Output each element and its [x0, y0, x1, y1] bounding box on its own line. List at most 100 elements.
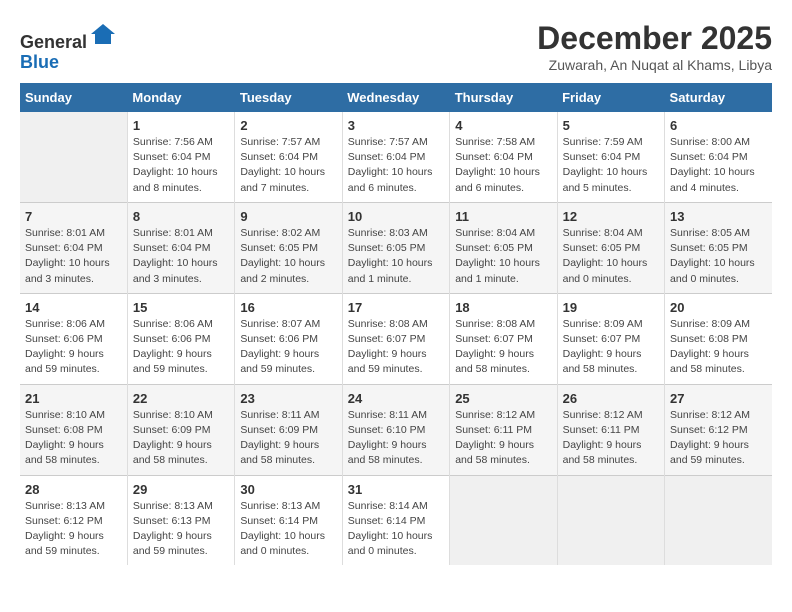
day-number: 21 — [25, 391, 122, 406]
day-info: Sunrise: 8:06 AMSunset: 6:06 PMDaylight:… — [133, 317, 229, 378]
day-number: 9 — [240, 209, 336, 224]
calendar-week-row: 28Sunrise: 8:13 AMSunset: 6:12 PMDayligh… — [20, 475, 772, 565]
day-info: Sunrise: 8:12 AMSunset: 6:11 PMDaylight:… — [563, 408, 659, 469]
calendar-cell — [665, 475, 772, 565]
day-number: 8 — [133, 209, 229, 224]
weekday-header-tuesday: Tuesday — [235, 83, 342, 112]
calendar-cell: 7 Sunrise: 8:01 AMSunset: 6:04 PMDaylight… — [20, 202, 127, 293]
day-number: 11 — [455, 209, 551, 224]
calendar-cell: 16Sunrise: 8:07 AMSunset: 6:06 PMDayligh… — [235, 293, 342, 384]
calendar-cell — [450, 475, 557, 565]
day-info: Sunrise: 8:06 AMSunset: 6:06 PMDaylight:… — [25, 317, 122, 378]
calendar-cell: 30 Sunrise: 8:13 AMSunset: 6:14 PMDayligh… — [235, 475, 342, 565]
calendar-cell: 10Sunrise: 8:03 AMSunset: 6:05 PMDayligh… — [342, 202, 449, 293]
day-number: 2 — [240, 118, 336, 133]
day-number: 31 — [348, 482, 444, 497]
day-number: 20 — [670, 300, 767, 315]
calendar-cell: 28Sunrise: 8:13 AMSunset: 6:12 PMDayligh… — [20, 475, 127, 565]
day-info: Sunrise: 7:58 AMSunset: 6:04 PMDaylight:… — [455, 135, 551, 196]
calendar-cell: 8 Sunrise: 8:01 AMSunset: 6:04 PMDaylight… — [127, 202, 234, 293]
calendar-cell: 6 Sunrise: 8:00 AMSunset: 6:04 PMDaylight… — [665, 112, 772, 202]
weekday-header-thursday: Thursday — [450, 83, 557, 112]
logo-blue: Blue — [20, 52, 59, 72]
day-info: Sunrise: 8:02 AMSunset: 6:05 PMDaylight:… — [240, 226, 336, 287]
day-info: Sunrise: 8:09 AMSunset: 6:07 PMDaylight:… — [563, 317, 659, 378]
calendar-cell — [20, 112, 127, 202]
calendar-cell: 13Sunrise: 8:05 AMSunset: 6:05 PMDayligh… — [665, 202, 772, 293]
day-number: 12 — [563, 209, 659, 224]
page-header: General Blue December 2025 Zuwarah, An N… — [20, 20, 772, 73]
day-info: Sunrise: 8:01 AMSunset: 6:04 PMDaylight:… — [25, 226, 122, 287]
calendar-cell: 20 Sunrise: 8:09 AMSunset: 6:08 PMDayligh… — [665, 293, 772, 384]
day-info: Sunrise: 7:57 AMSunset: 6:04 PMDaylight:… — [240, 135, 336, 196]
weekday-header-row: SundayMondayTuesdayWednesdayThursdayFrid… — [20, 83, 772, 112]
calendar-week-row: 1 Sunrise: 7:56 AMSunset: 6:04 PMDaylight… — [20, 112, 772, 202]
calendar-cell: 12 Sunrise: 8:04 AMSunset: 6:05 PMDayligh… — [557, 202, 664, 293]
calendar-cell: 22 Sunrise: 8:10 AMSunset: 6:09 PMDayligh… — [127, 384, 234, 475]
day-info: Sunrise: 8:00 AMSunset: 6:04 PMDaylight:… — [670, 135, 767, 196]
calendar-cell — [557, 475, 664, 565]
day-info: Sunrise: 8:11 AMSunset: 6:09 PMDaylight:… — [240, 408, 336, 469]
calendar-cell: 18Sunrise: 8:08 AMSunset: 6:07 PMDayligh… — [450, 293, 557, 384]
calendar-week-row: 14 Sunrise: 8:06 AMSunset: 6:06 PMDayligh… — [20, 293, 772, 384]
day-number: 22 — [133, 391, 229, 406]
day-number: 24 — [348, 391, 444, 406]
calendar-cell: 14 Sunrise: 8:06 AMSunset: 6:06 PMDayligh… — [20, 293, 127, 384]
day-info: Sunrise: 8:10 AMSunset: 6:09 PMDaylight:… — [133, 408, 229, 469]
calendar-cell: 26 Sunrise: 8:12 AMSunset: 6:11 PMDayligh… — [557, 384, 664, 475]
day-number: 6 — [670, 118, 767, 133]
day-info: Sunrise: 8:10 AMSunset: 6:08 PMDaylight:… — [25, 408, 122, 469]
calendar-cell: 9 Sunrise: 8:02 AMSunset: 6:05 PMDaylight… — [235, 202, 342, 293]
calendar-cell: 11 Sunrise: 8:04 AMSunset: 6:05 PMDayligh… — [450, 202, 557, 293]
weekday-header-sunday: Sunday — [20, 83, 127, 112]
day-number: 14 — [25, 300, 122, 315]
calendar-cell: 23 Sunrise: 8:11 AMSunset: 6:09 PMDayligh… — [235, 384, 342, 475]
location-subtitle: Zuwarah, An Nuqat al Khams, Libya — [537, 57, 772, 73]
day-number: 18 — [455, 300, 551, 315]
day-info: Sunrise: 8:01 AMSunset: 6:04 PMDaylight:… — [133, 226, 229, 287]
logo-general: General — [20, 32, 87, 52]
day-number: 19 — [563, 300, 659, 315]
calendar-cell: 31Sunrise: 8:14 AMSunset: 6:14 PMDayligh… — [342, 475, 449, 565]
day-number: 16 — [240, 300, 336, 315]
day-number: 7 — [25, 209, 122, 224]
calendar-cell: 15Sunrise: 8:06 AMSunset: 6:06 PMDayligh… — [127, 293, 234, 384]
day-info: Sunrise: 8:03 AMSunset: 6:05 PMDaylight:… — [348, 226, 444, 287]
day-number: 3 — [348, 118, 444, 133]
day-info: Sunrise: 8:09 AMSunset: 6:08 PMDaylight:… — [670, 317, 767, 378]
title-area: December 2025 Zuwarah, An Nuqat al Khams… — [537, 20, 772, 73]
calendar-cell: 2 Sunrise: 7:57 AMSunset: 6:04 PMDaylight… — [235, 112, 342, 202]
day-number: 30 — [240, 482, 336, 497]
day-info: Sunrise: 8:13 AMSunset: 6:13 PMDaylight:… — [133, 499, 229, 560]
day-number: 25 — [455, 391, 551, 406]
logo: General Blue — [20, 20, 117, 73]
day-info: Sunrise: 7:57 AMSunset: 6:04 PMDaylight:… — [348, 135, 444, 196]
day-info: Sunrise: 7:56 AMSunset: 6:04 PMDaylight:… — [133, 135, 229, 196]
calendar-cell: 24 Sunrise: 8:11 AMSunset: 6:10 PMDayligh… — [342, 384, 449, 475]
weekday-header-saturday: Saturday — [665, 83, 772, 112]
day-number: 1 — [133, 118, 229, 133]
day-number: 5 — [563, 118, 659, 133]
day-info: Sunrise: 8:12 AMSunset: 6:11 PMDaylight:… — [455, 408, 551, 469]
day-number: 26 — [563, 391, 659, 406]
day-info: Sunrise: 8:13 AMSunset: 6:14 PMDaylight:… — [240, 499, 336, 560]
calendar-cell: 27Sunrise: 8:12 AMSunset: 6:12 PMDayligh… — [665, 384, 772, 475]
month-title: December 2025 — [537, 20, 772, 57]
calendar-cell: 5Sunrise: 7:59 AMSunset: 6:04 PMDaylight… — [557, 112, 664, 202]
weekday-header-wednesday: Wednesday — [342, 83, 449, 112]
calendar-table: SundayMondayTuesdayWednesdayThursdayFrid… — [20, 83, 772, 565]
day-number: 29 — [133, 482, 229, 497]
calendar-cell: 1 Sunrise: 7:56 AMSunset: 6:04 PMDaylight… — [127, 112, 234, 202]
calendar-week-row: 7 Sunrise: 8:01 AMSunset: 6:04 PMDaylight… — [20, 202, 772, 293]
calendar-week-row: 21 Sunrise: 8:10 AMSunset: 6:08 PMDayligh… — [20, 384, 772, 475]
day-info: Sunrise: 8:11 AMSunset: 6:10 PMDaylight:… — [348, 408, 444, 469]
day-number: 23 — [240, 391, 336, 406]
logo-icon — [89, 20, 117, 48]
day-info: Sunrise: 8:04 AMSunset: 6:05 PMDaylight:… — [455, 226, 551, 287]
calendar-cell: 19 Sunrise: 8:09 AMSunset: 6:07 PMDayligh… — [557, 293, 664, 384]
day-number: 17 — [348, 300, 444, 315]
day-info: Sunrise: 8:13 AMSunset: 6:12 PMDaylight:… — [25, 499, 122, 560]
weekday-header-friday: Friday — [557, 83, 664, 112]
day-info: Sunrise: 8:04 AMSunset: 6:05 PMDaylight:… — [563, 226, 659, 287]
day-number: 4 — [455, 118, 551, 133]
